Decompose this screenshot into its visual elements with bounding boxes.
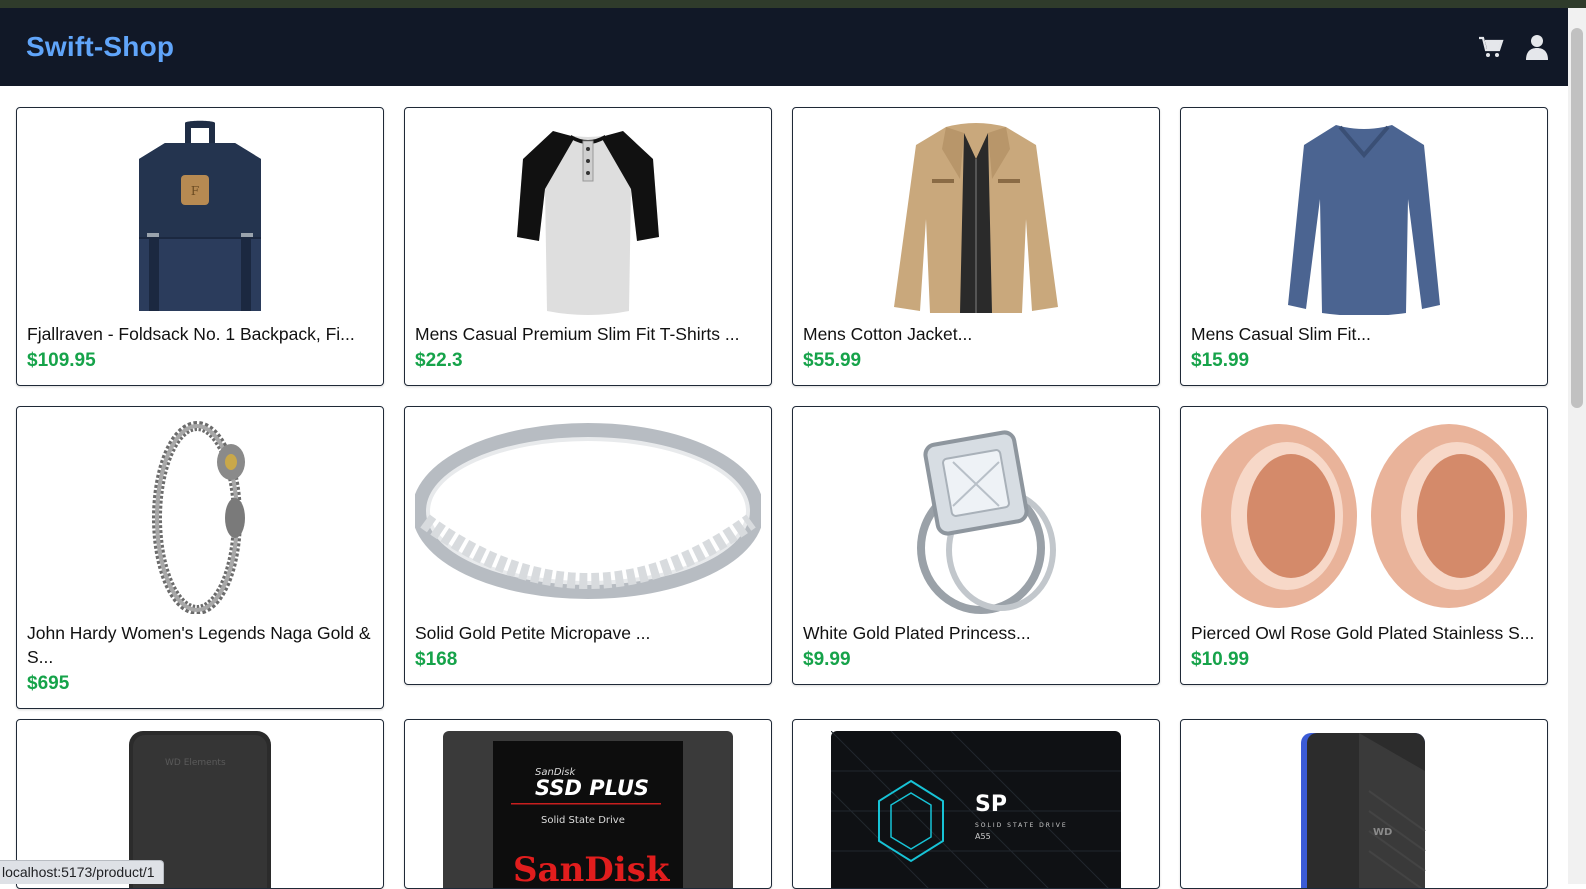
product-card[interactable]: F Fjallraven - Foldsack No. 1 Backpack, …	[16, 107, 384, 386]
scrollbar[interactable]	[1568, 8, 1586, 884]
ssd-subtitle: SOLID STATE DRIVE	[975, 822, 1068, 829]
ssd-model: A55	[975, 832, 991, 841]
product-price: $168	[415, 648, 761, 672]
window-top-strip	[0, 0, 1586, 8]
product-card[interactable]: WD	[1180, 719, 1548, 889]
cart-icon[interactable]	[1478, 34, 1504, 60]
product-card[interactable]: White Gold Plated Princess... $9.99	[792, 406, 1160, 685]
status-bar-url: localhost:5173/product/1	[0, 860, 164, 884]
product-card[interactable]: Pierced Owl Rose Gold Plated Stainless S…	[1180, 406, 1548, 685]
product-image-rose-gold-plugs	[1191, 417, 1537, 615]
ssd-name: SSD PLUS	[535, 776, 649, 800]
brand-logo[interactable]: Swift-Shop	[26, 31, 174, 63]
drive-label: WD	[1373, 827, 1392, 838]
product-title: White Gold Plated Princess...	[803, 621, 1149, 645]
product-image-dragon-bracelet	[27, 417, 373, 615]
product-price: $55.99	[803, 349, 1149, 373]
svg-text:F: F	[191, 184, 199, 198]
product-card[interactable]: Mens Casual Premium Slim Fit T-Shirts ..…	[404, 107, 772, 386]
product-title: Fjallraven - Foldsack No. 1 Backpack, Fi…	[27, 322, 373, 346]
navbar: Swift-Shop	[0, 8, 1568, 86]
product-price: $22.3	[415, 349, 761, 373]
product-title: Mens Cotton Jacket...	[803, 322, 1149, 346]
ssd-logo: SanDisk	[513, 850, 671, 889]
product-card[interactable]: SP SOLID STATE DRIVE A55	[792, 719, 1160, 889]
product-title: Pierced Owl Rose Gold Plated Stainless S…	[1191, 621, 1537, 645]
product-card[interactable]: SanDisk SSD PLUS Solid State Drive SanDi…	[404, 719, 772, 889]
product-price: $15.99	[1191, 349, 1537, 373]
product-title: John Hardy Women's Legends Naga Gold & S…	[27, 621, 373, 669]
product-grid-row-3: WD Elements SanDisk SSD PLUS Solid State…	[16, 719, 1546, 889]
ssd-subtitle: Solid State Drive	[541, 815, 625, 826]
product-card[interactable]: John Hardy Women's Legends Naga Gold & S…	[16, 406, 384, 709]
product-price: $109.95	[27, 349, 373, 373]
ssd-logo: SP	[975, 792, 1007, 817]
nav-icons	[1478, 34, 1550, 60]
user-icon[interactable]	[1524, 34, 1550, 60]
product-image-backpack: F	[27, 118, 373, 316]
product-image-princess-ring	[803, 417, 1149, 615]
drive-label: WD Elements	[165, 758, 226, 768]
product-card[interactable]: Solid Gold Petite Micropave ... $168	[404, 406, 772, 685]
product-image-wd-gaming-drive: WD	[1191, 730, 1537, 889]
product-card[interactable]: Mens Cotton Jacket... $55.99	[792, 107, 1160, 386]
product-card[interactable]: Mens Casual Slim Fit... $15.99	[1180, 107, 1548, 386]
product-price: $10.99	[1191, 648, 1537, 672]
product-title: Mens Casual Premium Slim Fit T-Shirts ..…	[415, 322, 761, 346]
product-grid: F Fjallraven - Foldsack No. 1 Backpack, …	[16, 107, 1546, 709]
product-image-cotton-jacket	[803, 118, 1149, 316]
product-image-sandisk-ssd: SanDisk SSD PLUS Solid State Drive SanDi…	[415, 730, 761, 889]
product-image-silicon-power-ssd: SP SOLID STATE DRIVE A55	[803, 730, 1149, 889]
product-price: $695	[27, 672, 373, 696]
scrollbar-thumb[interactable]	[1571, 28, 1583, 408]
product-image-raglan-tshirt	[415, 118, 761, 316]
product-image-micropave-ring	[415, 417, 761, 615]
product-price: $9.99	[803, 648, 1149, 672]
product-image-long-sleeve-shirt	[1191, 118, 1537, 316]
product-title: Mens Casual Slim Fit...	[1191, 322, 1537, 346]
product-title: Solid Gold Petite Micropave ...	[415, 621, 761, 645]
